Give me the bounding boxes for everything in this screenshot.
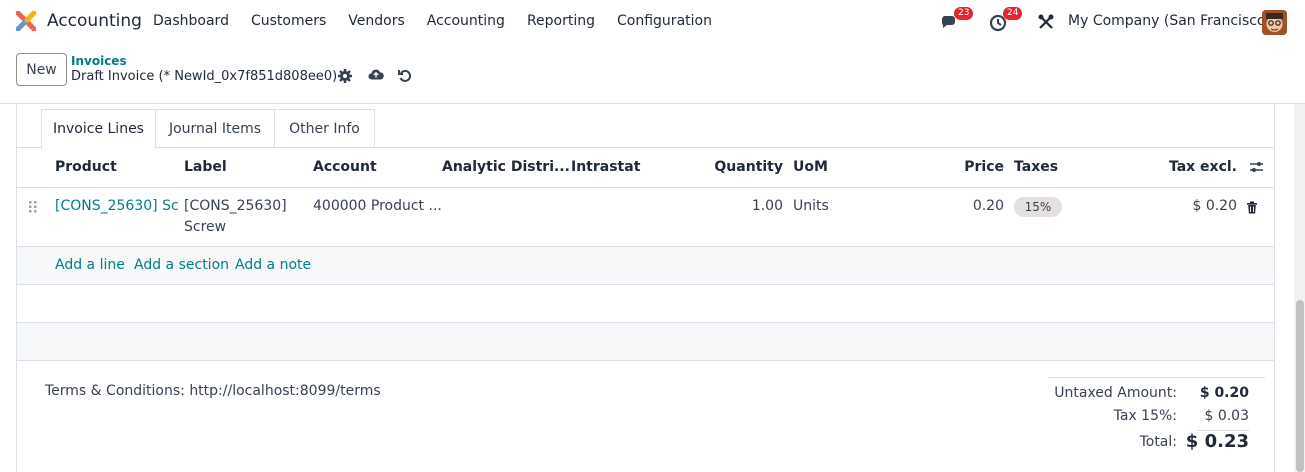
tabs-divider — [17, 147, 1274, 148]
empty-row — [17, 323, 1274, 360]
menu-reporting[interactable]: Reporting — [527, 13, 595, 29]
menu-accounting[interactable]: Accounting — [427, 13, 505, 29]
tab-invoice-lines[interactable]: Invoice Lines — [41, 109, 156, 149]
label-line-2[interactable]: Screw — [184, 219, 226, 235]
menu-dashboard[interactable]: Dashboard — [153, 13, 229, 29]
column-header-price[interactable]: Price — [964, 159, 1004, 175]
column-header-uom[interactable]: UoM — [793, 159, 828, 175]
breadcrumb-invoices[interactable]: Invoices — [71, 54, 127, 68]
main-menu: Dashboard Customers Vendors Accounting R… — [153, 13, 734, 29]
messages-button[interactable]: 23 — [940, 7, 974, 36]
untaxed-amount-value: $ 0.20 — [1199, 385, 1249, 401]
tax-label: Tax 15%: — [1113, 408, 1177, 424]
totals-top-divider — [1048, 377, 1265, 378]
trash-icon[interactable] — [1246, 201, 1258, 214]
add-section-link[interactable]: Add a section — [134, 257, 229, 273]
company-switcher[interactable]: My Company (San Francisco) — [1068, 13, 1271, 29]
add-links-divider — [17, 284, 1274, 285]
user-avatar-icon — [1262, 10, 1287, 35]
product-cell[interactable]: [CONS_25630] Screw — [55, 198, 179, 214]
discard-icon[interactable] — [397, 68, 413, 84]
subtotal-cell: $ 0.20 — [1192, 198, 1237, 214]
menu-vendors[interactable]: Vendors — [348, 13, 404, 29]
tab-other-info[interactable]: Other Info — [275, 109, 375, 148]
activities-badge: 24 — [1003, 7, 1023, 20]
cloud-save-icon[interactable] — [368, 67, 384, 83]
total-value: $ 0.23 — [1185, 431, 1249, 452]
tab-journal-items[interactable]: Journal Items — [156, 109, 275, 148]
label-line-1[interactable]: [CONS_25630] — [184, 198, 287, 214]
breadcrumb-current: Draft Invoice (* NewId_0x7f851d808ee0) — [71, 69, 338, 84]
add-note-link[interactable]: Add a note — [235, 257, 311, 273]
account-cell[interactable]: 400000 Product ... — [313, 198, 442, 214]
product-link[interactable]: [CONS_25630] Screw — [55, 198, 179, 214]
activities-button[interactable]: 24 — [989, 7, 1023, 36]
app-name[interactable]: Accounting — [47, 11, 142, 31]
avatar[interactable] — [1262, 10, 1287, 35]
untaxed-amount-label: Untaxed Amount: — [1054, 385, 1177, 401]
top-navbar: Accounting Dashboard Customers Vendors A… — [0, 0, 1305, 44]
column-header-intrastat[interactable]: Intrastat — [571, 159, 640, 175]
terms-conditions[interactable]: Terms & Conditions: http://localhost:809… — [45, 383, 381, 399]
total-label: Total: — [1139, 434, 1177, 450]
table-bottom-divider — [17, 360, 1274, 361]
header-divider — [17, 187, 1274, 188]
column-header-product[interactable]: Product — [55, 159, 117, 175]
column-header-account[interactable]: Account — [313, 159, 377, 175]
tax-tag[interactable]: 15% — [1014, 197, 1062, 217]
menu-configuration[interactable]: Configuration — [617, 13, 712, 29]
add-line-link[interactable]: Add a line — [55, 257, 125, 273]
price-cell[interactable]: 0.20 — [973, 198, 1004, 214]
quantity-cell[interactable]: 1.00 — [752, 198, 783, 214]
scrollbar-thumb[interactable] — [1296, 300, 1304, 472]
column-header-quantity[interactable]: Quantity — [714, 159, 783, 175]
gear-icon[interactable] — [337, 68, 353, 84]
tax-value: $ 0.03 — [1204, 408, 1249, 424]
messages-badge: 23 — [954, 7, 974, 20]
drag-handle-icon[interactable] — [28, 200, 38, 214]
new-button[interactable]: New — [16, 53, 67, 86]
tools-icon[interactable] — [1038, 14, 1054, 30]
accounting-app-icon[interactable] — [16, 11, 36, 31]
menu-customers[interactable]: Customers — [251, 13, 326, 29]
column-header-analytic[interactable]: Analytic Distri... — [442, 159, 570, 175]
column-header-label[interactable]: Label — [184, 159, 227, 175]
column-header-taxes[interactable]: Taxes — [1014, 159, 1058, 175]
column-header-tax-excl[interactable]: Tax excl. — [1169, 159, 1237, 175]
uom-cell[interactable]: Units — [793, 198, 829, 214]
optional-columns-icon[interactable] — [1249, 160, 1264, 174]
